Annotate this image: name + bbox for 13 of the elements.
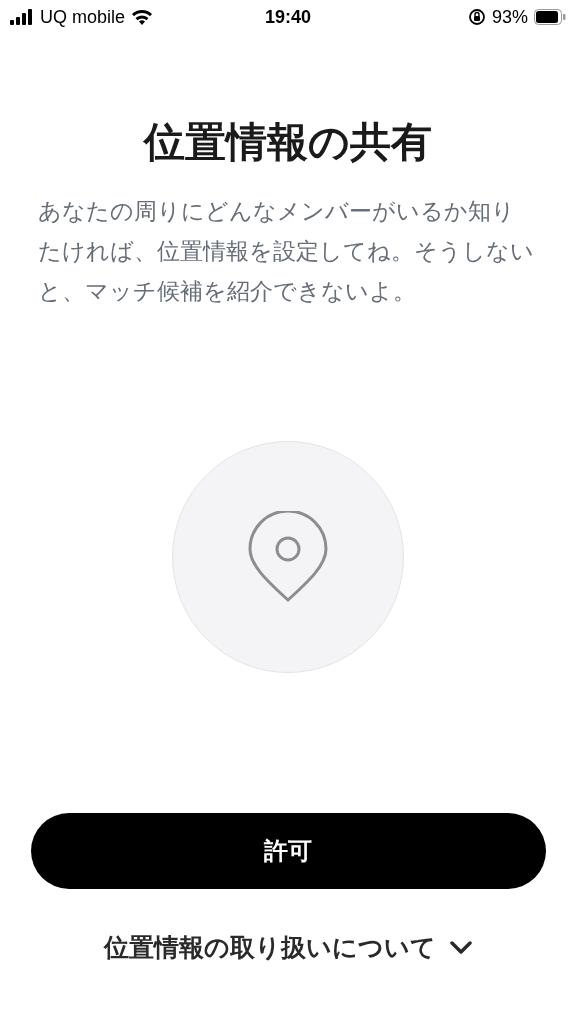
battery-icon — [534, 9, 566, 25]
allow-button[interactable]: 許可 — [30, 813, 546, 889]
location-info-link[interactable]: 位置情報の取り扱いについて — [104, 929, 472, 967]
signal-icon — [10, 9, 34, 25]
description-text: あなたの周りにどんなメンバーがいるか知りたければ、位置情報を設定してね。そうしないと、マッチ候補を紹介できないよ。 — [38, 197, 535, 306]
rotation-lock-icon — [467, 8, 486, 26]
chevron-down-icon — [450, 940, 472, 955]
clock-time: 19:40 — [264, 5, 311, 29]
page-title: 位置情報の共有 — [144, 122, 432, 163]
location-pin-icon — [247, 511, 329, 603]
carrier-name: UQ mobile — [40, 5, 126, 29]
battery-percent: 93% — [491, 5, 528, 29]
wifi-icon — [131, 9, 154, 25]
